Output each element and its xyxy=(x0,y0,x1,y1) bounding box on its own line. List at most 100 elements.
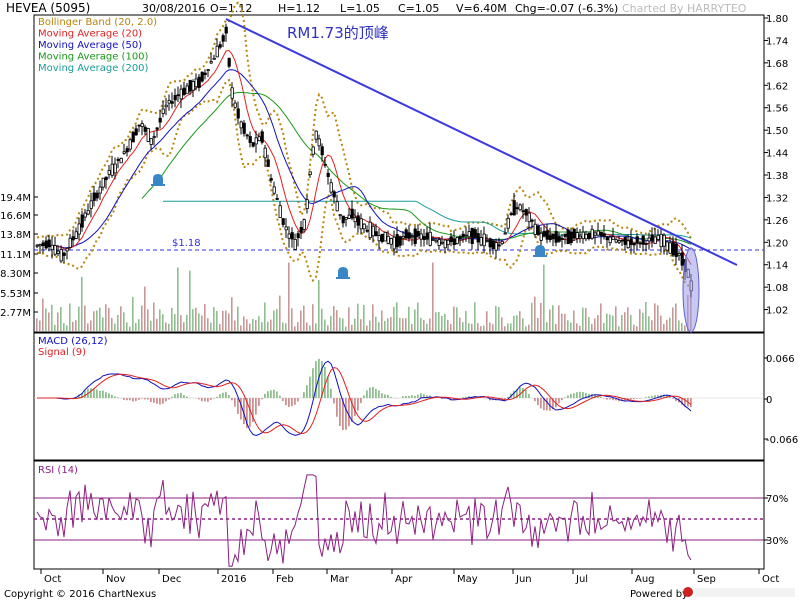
volume-bar xyxy=(504,326,506,331)
volume-bar xyxy=(651,320,653,331)
price-tick-label: 1.80 xyxy=(766,14,788,25)
volume-bar xyxy=(276,309,278,331)
macd-histogram-bar xyxy=(387,394,389,398)
macd-histogram-bar xyxy=(483,397,485,398)
volume-label: V=6.40M xyxy=(456,2,507,15)
candle-body xyxy=(398,236,402,246)
candle-body xyxy=(269,178,273,181)
macd-histogram-bar xyxy=(276,391,278,398)
volume-bar xyxy=(327,325,329,331)
candle-body xyxy=(458,236,462,240)
month-label: Jul xyxy=(575,574,588,585)
candle-body xyxy=(182,87,186,95)
volume-bar xyxy=(561,313,563,331)
macd-histogram-bar xyxy=(582,392,584,398)
macd-histogram-bar xyxy=(366,390,368,398)
volume-bar xyxy=(606,313,608,331)
candle-body xyxy=(530,219,534,222)
macd-histogram-bar xyxy=(102,390,104,398)
month-label: Dec xyxy=(162,574,181,585)
candle-body xyxy=(617,240,621,243)
macd-histogram-bar xyxy=(123,398,125,400)
volume-bar xyxy=(39,320,41,331)
volume-bar xyxy=(153,302,155,331)
candle-body xyxy=(371,225,375,237)
candle-body xyxy=(443,239,447,249)
candle-body xyxy=(56,250,60,254)
month-label: 2016 xyxy=(221,574,246,585)
candle-body xyxy=(647,237,651,242)
volume-bar xyxy=(156,318,158,331)
macd-histogram-bar xyxy=(372,386,374,398)
macd-histogram-bar xyxy=(573,393,575,398)
candle-body xyxy=(608,236,612,244)
candle-body xyxy=(47,239,51,248)
candle-body xyxy=(404,229,408,239)
volume-bar xyxy=(447,319,449,331)
volume-bar xyxy=(498,307,500,331)
candle-body xyxy=(71,236,75,241)
candle-body xyxy=(356,215,360,226)
volume-bar xyxy=(381,310,383,331)
volume-bar xyxy=(513,315,515,331)
candle-body xyxy=(302,219,306,230)
candle-body xyxy=(347,214,351,219)
volume-bar xyxy=(579,325,581,331)
volume-bar xyxy=(432,262,434,331)
date-label: 30/08/2016 xyxy=(142,2,205,15)
volume-bar xyxy=(189,270,191,331)
candle-body xyxy=(314,130,318,140)
volume-bar xyxy=(210,322,212,331)
legend-item: Moving Average (100) xyxy=(38,52,149,63)
macd-histogram-bar xyxy=(357,398,359,411)
price-tick-label: 1.68 xyxy=(766,59,788,70)
volume-bar xyxy=(222,310,224,331)
volume-bar xyxy=(501,317,503,331)
month-label: Mar xyxy=(330,574,350,585)
candle-body xyxy=(149,138,153,145)
volume-bar xyxy=(81,276,83,331)
volume-bar xyxy=(219,324,221,331)
candle-body xyxy=(605,236,609,241)
volume-bar xyxy=(576,323,578,331)
price-tick-label: 1.26 xyxy=(766,216,788,227)
candle-body xyxy=(587,232,591,239)
macd-histogram-bar xyxy=(234,398,236,407)
candle-body xyxy=(440,241,444,244)
volume-bar xyxy=(351,324,353,331)
chartnexus-logo xyxy=(683,587,795,597)
month-label: Aug xyxy=(635,574,655,585)
macd-histogram-bar xyxy=(654,395,656,398)
macd-tick-label: 0 xyxy=(766,395,772,406)
candle-body xyxy=(272,186,276,194)
price-tick-label: 1.50 xyxy=(766,126,788,137)
macd-histogram-bar xyxy=(255,398,257,415)
volume-bar xyxy=(477,323,479,331)
volume-bar xyxy=(126,322,128,331)
candle-body xyxy=(206,69,210,72)
candle-body xyxy=(44,240,48,249)
volume-bar xyxy=(645,302,647,331)
macd-histogram-bar xyxy=(132,398,134,402)
candle-body xyxy=(248,136,252,143)
legend-item: Moving Average (20) xyxy=(38,29,142,40)
macd-histogram-bar xyxy=(180,392,182,398)
macd-histogram-bar xyxy=(636,398,638,399)
candle-body xyxy=(446,239,450,245)
volume-bar xyxy=(180,315,182,331)
candle-body xyxy=(359,218,363,230)
volume-bar xyxy=(93,311,95,331)
volume-bar xyxy=(486,311,488,331)
volume-bar xyxy=(540,303,542,331)
macd-histogram-bar xyxy=(339,398,341,427)
volume-bar xyxy=(387,318,389,331)
volume-bar xyxy=(525,326,527,331)
macd-histogram-bar xyxy=(231,398,233,401)
candle-body xyxy=(122,151,126,154)
volume-bar xyxy=(471,323,473,331)
volume-bar xyxy=(252,319,254,331)
close-label: C=1.05 xyxy=(398,2,439,15)
volume-bar xyxy=(312,304,314,331)
month-label: Nov xyxy=(106,574,126,585)
candle-body xyxy=(488,238,492,248)
